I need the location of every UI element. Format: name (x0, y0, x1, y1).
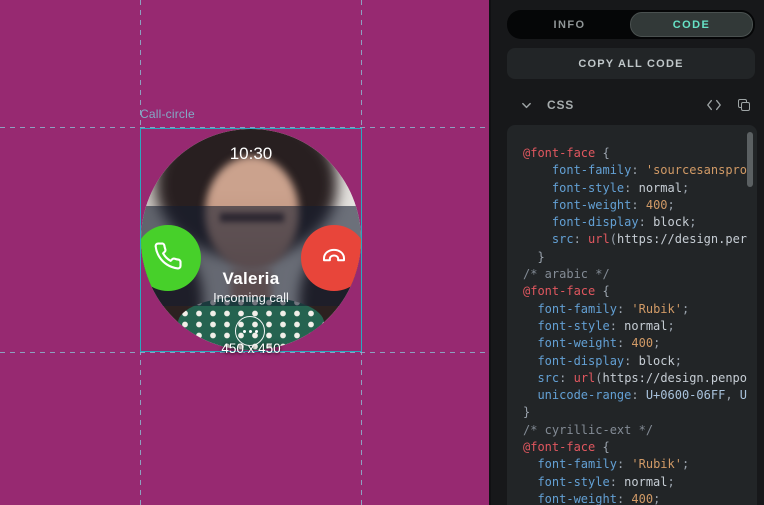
chevron-down-icon[interactable] (515, 94, 537, 116)
penpot-workspace: Call-circle 10:30 Valeria Incoming call (0, 0, 764, 505)
css-section-header: CSS (507, 94, 755, 116)
code-scrollbar[interactable] (747, 132, 753, 187)
frame-name-label[interactable]: Call-circle (140, 107, 195, 121)
selection-rect[interactable] (140, 128, 362, 352)
css-section-label: CSS (547, 98, 574, 112)
code-content: @font-face { font-family: 'sourcesanspro… (523, 145, 757, 505)
design-canvas[interactable]: Call-circle 10:30 Valeria Incoming call (0, 0, 489, 505)
css-code-block[interactable]: @font-face { font-family: 'sourcesanspro… (507, 125, 757, 505)
selection-size-label: 450 x 450 (140, 341, 362, 356)
copy-icon[interactable] (733, 94, 755, 116)
code-view-icon[interactable] (703, 94, 725, 116)
inspect-tabbar: INFO CODE (507, 10, 755, 39)
inspect-panel: INFO CODE COPY ALL CODE CSS @font-face (489, 0, 764, 505)
tab-code[interactable]: CODE (630, 12, 753, 37)
copy-all-code-button[interactable]: COPY ALL CODE (507, 48, 755, 79)
tab-info[interactable]: INFO (509, 12, 630, 37)
